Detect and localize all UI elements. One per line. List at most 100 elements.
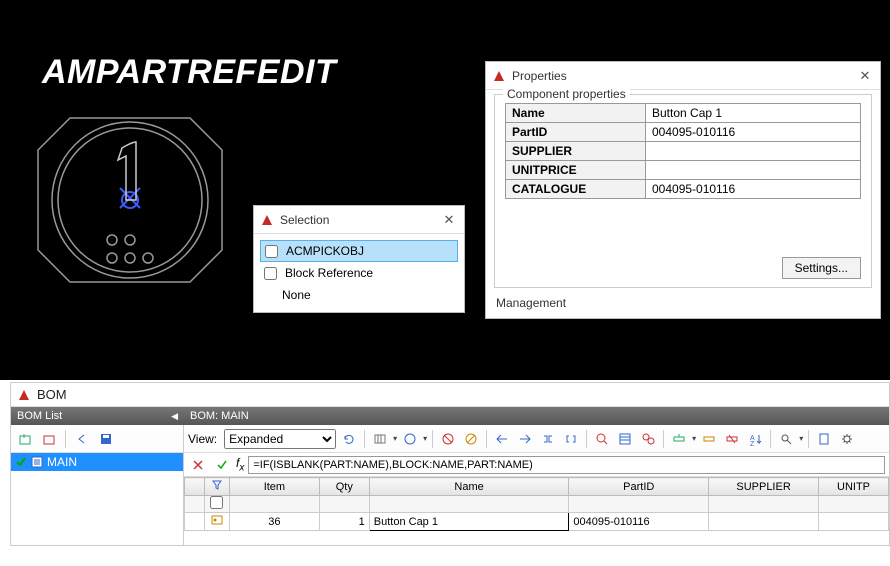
- formula-bar: fx: [184, 453, 889, 477]
- bom-panel: BOM BOM List ◀ BOM: MAIN MAIN: [10, 382, 890, 546]
- checkbox[interactable]: [265, 245, 278, 258]
- split-icon[interactable]: [561, 429, 581, 449]
- bom-list-toolbar: [11, 425, 183, 453]
- cell-name[interactable]: Button Cap 1: [369, 513, 569, 531]
- settings-gear-icon[interactable]: [837, 429, 857, 449]
- delete-bom-icon[interactable]: [39, 429, 59, 449]
- move-left-icon[interactable]: [72, 429, 92, 449]
- refresh-icon[interactable]: [339, 429, 359, 449]
- cancel-formula-icon[interactable]: [188, 455, 208, 475]
- property-key: UNITPRICE: [506, 161, 646, 180]
- cell-supplier[interactable]: [709, 513, 819, 531]
- selection-dialog-title: Selection: [280, 213, 440, 227]
- property-value[interactable]: 004095-010116: [646, 180, 861, 199]
- row-handle[interactable]: [185, 513, 205, 531]
- chevron-down-icon[interactable]: ▾: [423, 434, 427, 443]
- accept-formula-icon[interactable]: [212, 455, 232, 475]
- properties-dialog-title: Properties: [512, 69, 856, 83]
- add-bom-icon[interactable]: [15, 429, 35, 449]
- row-type-icon[interactable]: [204, 513, 229, 531]
- property-row[interactable]: PartID004095-010116: [506, 123, 861, 142]
- property-row[interactable]: CATALOGUE004095-010116: [506, 180, 861, 199]
- property-key: CATALOGUE: [506, 180, 646, 199]
- chevron-down-icon[interactable]: ▾: [692, 434, 696, 443]
- bom-grid[interactable]: Item Qty Name PartID SUPPLIER UNITP 36: [184, 477, 889, 531]
- grid-data-row[interactable]: 36 1 Button Cap 1 004095-010116: [185, 513, 889, 531]
- bom-list-header: BOM List ◀: [11, 407, 184, 425]
- bom-tree[interactable]: MAIN: [11, 453, 183, 545]
- show-icon[interactable]: [461, 429, 481, 449]
- column-layout-icon[interactable]: [370, 429, 390, 449]
- bom-title: BOM: [37, 387, 67, 402]
- property-value[interactable]: 004095-010116: [646, 123, 861, 142]
- chevron-left-icon[interactable]: ◀: [171, 411, 178, 422]
- list-icon: [31, 456, 43, 468]
- col-name[interactable]: Name: [369, 478, 569, 496]
- properties-dialog: Properties ✕ Component properties NameBu…: [485, 61, 881, 319]
- col-handle[interactable]: [185, 478, 205, 496]
- cell-partid[interactable]: 004095-010116: [569, 513, 709, 531]
- property-key: SUPPLIER: [506, 142, 646, 161]
- merge-icon[interactable]: [538, 429, 558, 449]
- view-select[interactable]: Expanded: [224, 429, 336, 449]
- property-value[interactable]: Button Cap 1: [646, 104, 861, 123]
- settings-button[interactable]: Settings...: [782, 257, 861, 279]
- close-icon[interactable]: ✕: [440, 211, 458, 229]
- selection-item-acmpickobj[interactable]: ACMPICKOBJ: [260, 240, 458, 262]
- cell-item[interactable]: 36: [229, 513, 319, 531]
- chevron-down-icon[interactable]: ▾: [393, 434, 397, 443]
- cell-unitprice[interactable]: [819, 513, 889, 531]
- svg-text:Z: Z: [750, 441, 755, 446]
- properties-table: NameButton Cap 1 PartID004095-010116 SUP…: [505, 103, 861, 199]
- view-label: View:: [188, 432, 217, 446]
- property-key: PartID: [506, 123, 646, 142]
- find-icon[interactable]: [776, 429, 796, 449]
- indent-icon[interactable]: [515, 429, 535, 449]
- chevron-down-icon[interactable]: ▾: [799, 434, 803, 443]
- balloon-icon[interactable]: [592, 429, 612, 449]
- bom-toolbar: View: Expanded ▾ ▾: [184, 425, 889, 453]
- selection-item-label: ACMPICKOBJ: [286, 244, 364, 258]
- property-row[interactable]: SUPPLIER: [506, 142, 861, 161]
- bom-main-header: BOM: MAIN: [184, 407, 889, 425]
- selection-dialog: Selection ✕ ACMPICKOBJ Block Reference N…: [253, 205, 465, 313]
- tree-item-main[interactable]: MAIN: [11, 453, 183, 471]
- autocad-icon: [260, 213, 274, 227]
- property-row[interactable]: UNITPRICE: [506, 161, 861, 180]
- formula-input[interactable]: [248, 456, 885, 474]
- property-key: Name: [506, 104, 646, 123]
- balloon-all-icon[interactable]: [638, 429, 658, 449]
- col-filter[interactable]: [204, 478, 229, 496]
- boundary-icon[interactable]: [400, 429, 420, 449]
- col-item[interactable]: Item: [229, 478, 319, 496]
- property-row[interactable]: NameButton Cap 1: [506, 104, 861, 123]
- component-properties-label: Component properties: [503, 87, 630, 101]
- selection-item-block-reference[interactable]: Block Reference: [260, 262, 458, 284]
- hide-icon[interactable]: [438, 429, 458, 449]
- delete-row-icon[interactable]: [722, 429, 742, 449]
- bom-main-pane: View: Expanded ▾ ▾: [184, 425, 889, 545]
- selection-item-label: None: [282, 288, 311, 302]
- insert-row-icon[interactable]: [669, 429, 689, 449]
- col-partid[interactable]: PartID: [569, 478, 709, 496]
- save-disk-icon[interactable]: [96, 429, 116, 449]
- grid-filter-row[interactable]: [185, 496, 889, 513]
- col-supplier[interactable]: SUPPLIER: [709, 478, 819, 496]
- checkbox[interactable]: [264, 267, 277, 280]
- management-label: Management: [486, 292, 880, 318]
- report-icon[interactable]: [814, 429, 834, 449]
- grid-header-row: Item Qty Name PartID SUPPLIER UNITP: [185, 478, 889, 496]
- filter-checkbox[interactable]: [210, 496, 223, 509]
- close-icon[interactable]: ✕: [856, 67, 874, 85]
- col-unitprice[interactable]: UNITP: [819, 478, 889, 496]
- property-value[interactable]: [646, 142, 861, 161]
- property-value[interactable]: [646, 161, 861, 180]
- sort-az-icon[interactable]: AZ: [745, 429, 765, 449]
- cell-qty[interactable]: 1: [319, 513, 369, 531]
- col-qty[interactable]: Qty: [319, 478, 369, 496]
- tree-item-label: MAIN: [47, 455, 77, 469]
- selection-item-none[interactable]: None: [260, 284, 458, 306]
- parts-list-icon[interactable]: [615, 429, 635, 449]
- outdent-icon[interactable]: [492, 429, 512, 449]
- edit-row-icon[interactable]: [699, 429, 719, 449]
